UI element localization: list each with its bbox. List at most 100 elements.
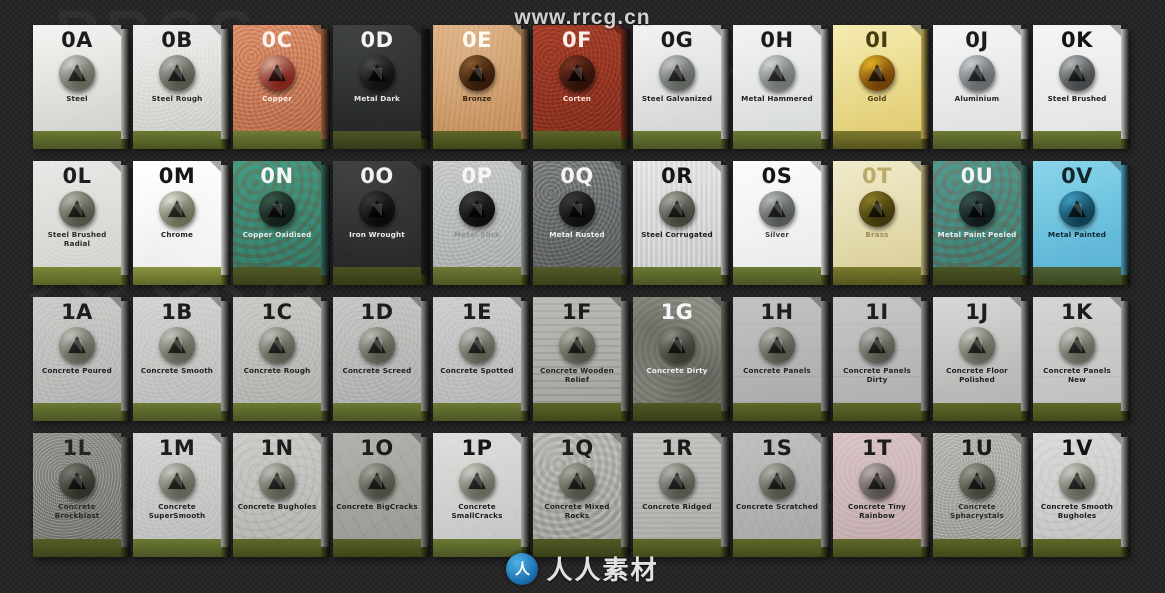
material-sphere-icon <box>459 327 495 363</box>
material-tile[interactable]: 1Q Concrete Mixed Rocks <box>533 433 630 557</box>
material-tile[interactable]: 0B Steel Rough <box>133 25 230 149</box>
material-tile[interactable]: 1H Concrete Panels <box>733 297 830 421</box>
tile-label: Concrete Dirty <box>646 366 708 375</box>
sphere-facet-light-icon <box>472 475 482 489</box>
sphere-facet-light-icon <box>272 339 282 353</box>
material-sphere-icon <box>159 463 195 499</box>
material-tile[interactable]: 0N Copper Oxidised <box>233 161 330 285</box>
material-sphere-icon <box>159 327 195 363</box>
tile-label: Bronze <box>462 94 492 103</box>
tile-base-slab <box>733 539 821 557</box>
material-tile[interactable]: 0G Steel Galvanized <box>633 25 730 149</box>
material-tile[interactable]: 0D Metal Dark <box>333 25 430 149</box>
tile-code: 1R <box>661 436 693 460</box>
material-tile[interactable]: 0O Iron Wrought <box>333 161 430 285</box>
material-tile[interactable]: 0F Corten <box>533 25 630 149</box>
material-tile[interactable]: 0T Brass <box>833 161 930 285</box>
material-tile[interactable]: 0E Bronze <box>433 25 530 149</box>
tile-code: 0P <box>461 164 493 188</box>
tile-label: Concrete BigCracks <box>336 502 418 511</box>
material-tile[interactable]: 0J Aluminium <box>933 25 1030 149</box>
tile-code: 0J <box>965 28 989 52</box>
tile-label: Corten <box>562 94 592 103</box>
sphere-facet-light-icon <box>172 67 182 81</box>
material-tile[interactable]: 0C Copper <box>233 25 330 149</box>
tile-face: 0B Steel Rough <box>133 25 221 131</box>
material-sphere-icon <box>859 327 895 363</box>
sphere-facet-light-icon <box>572 339 582 353</box>
material-tile[interactable]: 0U Metal Paint Peeled <box>933 161 1030 285</box>
material-tile[interactable]: 1I Concrete Panels Dirty <box>833 297 930 421</box>
sphere-facet-light-icon <box>372 475 382 489</box>
sphere-facet-light-icon <box>572 475 582 489</box>
material-sphere-icon <box>159 191 195 227</box>
sphere-facet-light-icon <box>972 203 982 217</box>
material-tile[interactable]: 1P Concrete SmallCracks <box>433 433 530 557</box>
material-tile[interactable]: 1U Concrete Sphacrystals <box>933 433 1030 557</box>
tile-label: Concrete Smooth <box>140 366 214 375</box>
tile-code: 0D <box>360 28 394 52</box>
material-tile[interactable]: 1G Concrete Dirty <box>633 297 730 421</box>
tile-side-bevel <box>221 29 230 139</box>
tile-row: 0L Steel Brushed Radial 0M Chrome 0N Copper O… <box>33 161 1133 285</box>
tile-face: 1I Concrete Panels Dirty <box>833 297 921 403</box>
material-tile[interactable]: 1V Concrete Smooth Bugholes <box>1033 433 1130 557</box>
tile-label: Aluminium <box>954 94 1000 103</box>
tile-face: 0O Iron Wrought <box>333 161 421 267</box>
material-tile[interactable]: 1O Concrete BigCracks <box>333 433 430 557</box>
material-tile[interactable]: 0R Steel Corrugated <box>633 161 730 285</box>
sphere-facet-light-icon <box>572 203 582 217</box>
material-tile[interactable]: 0L Steel Brushed Radial <box>33 161 130 285</box>
material-tile[interactable]: 1C Concrete Rough <box>233 297 330 421</box>
material-tile[interactable]: 0P Metal Slick <box>433 161 530 285</box>
material-tile[interactable]: 1T Concrete Tiny Rainbow <box>833 433 930 557</box>
material-tile[interactable]: 1R Concrete Ridged <box>633 433 730 557</box>
material-tile[interactable]: 1S Concrete Scratched <box>733 433 830 557</box>
tile-label: Concrete Scratched <box>735 502 819 511</box>
tile-face: 0T Brass <box>833 161 921 267</box>
tile-row: 1L Concrete Brockblast 1M Concrete SuperSmo… <box>33 433 1133 557</box>
tile-face: 0I Gold <box>833 25 921 131</box>
material-tile[interactable]: 0K Steel Brushed <box>1033 25 1130 149</box>
tile-face: 1L Concrete Brockblast <box>33 433 121 539</box>
tile-base-slab <box>1033 131 1121 149</box>
material-tile[interactable]: 0H Metal Hammered <box>733 25 830 149</box>
tile-side-bevel <box>821 301 830 411</box>
material-tile[interactable]: 1A Concrete Poured <box>33 297 130 421</box>
sphere-facet-light-icon <box>72 475 82 489</box>
material-sphere-icon <box>559 55 595 91</box>
tile-face: 1C Concrete Rough <box>233 297 321 403</box>
material-tile[interactable]: 1D Concrete Screed <box>333 297 430 421</box>
sphere-facet-light-icon <box>672 203 682 217</box>
tile-side-bevel <box>321 165 330 275</box>
material-tile[interactable]: 1N Concrete Bugholes <box>233 433 330 557</box>
tile-face: 1E Concrete Spotted <box>433 297 521 403</box>
material-tile[interactable]: 1F Concrete Wooden Relief <box>533 297 630 421</box>
tile-code: 1U <box>960 436 994 460</box>
tile-base-slab <box>933 539 1021 557</box>
sphere-facet-light-icon <box>472 67 482 81</box>
tile-face: 1U Concrete Sphacrystals <box>933 433 1021 539</box>
tile-label: Concrete SuperSmooth <box>148 502 206 520</box>
material-tile[interactable]: 1M Concrete SuperSmooth <box>133 433 230 557</box>
material-sphere-icon <box>59 327 95 363</box>
tile-face: 0D Metal Dark <box>333 25 421 131</box>
material-tile[interactable]: 1L Concrete Brockblast <box>33 433 130 557</box>
tile-code: 1A <box>61 300 93 324</box>
material-sphere-icon <box>259 463 295 499</box>
sphere-facet-light-icon <box>772 475 782 489</box>
material-tile[interactable]: 1E Concrete Spotted <box>433 297 530 421</box>
material-tile[interactable]: 1J Concrete Floor Polished <box>933 297 1030 421</box>
material-tile[interactable]: 1K Concrete Panels New <box>1033 297 1130 421</box>
material-tile[interactable]: 0I Gold <box>833 25 930 149</box>
material-tile[interactable]: 0Q Metal Rusted <box>533 161 630 285</box>
material-tile[interactable]: 0V Metal Painted <box>1033 161 1130 285</box>
tile-side-bevel <box>821 29 830 139</box>
material-tile[interactable]: 0A Steel <box>33 25 130 149</box>
tile-face: 0U Metal Paint Peeled <box>933 161 1021 267</box>
material-sphere-icon <box>359 463 395 499</box>
tile-face: 0S Silver <box>733 161 821 267</box>
material-tile[interactable]: 0S Silver <box>733 161 830 285</box>
material-tile[interactable]: 0M Chrome <box>133 161 230 285</box>
material-tile[interactable]: 1B Concrete Smooth <box>133 297 230 421</box>
